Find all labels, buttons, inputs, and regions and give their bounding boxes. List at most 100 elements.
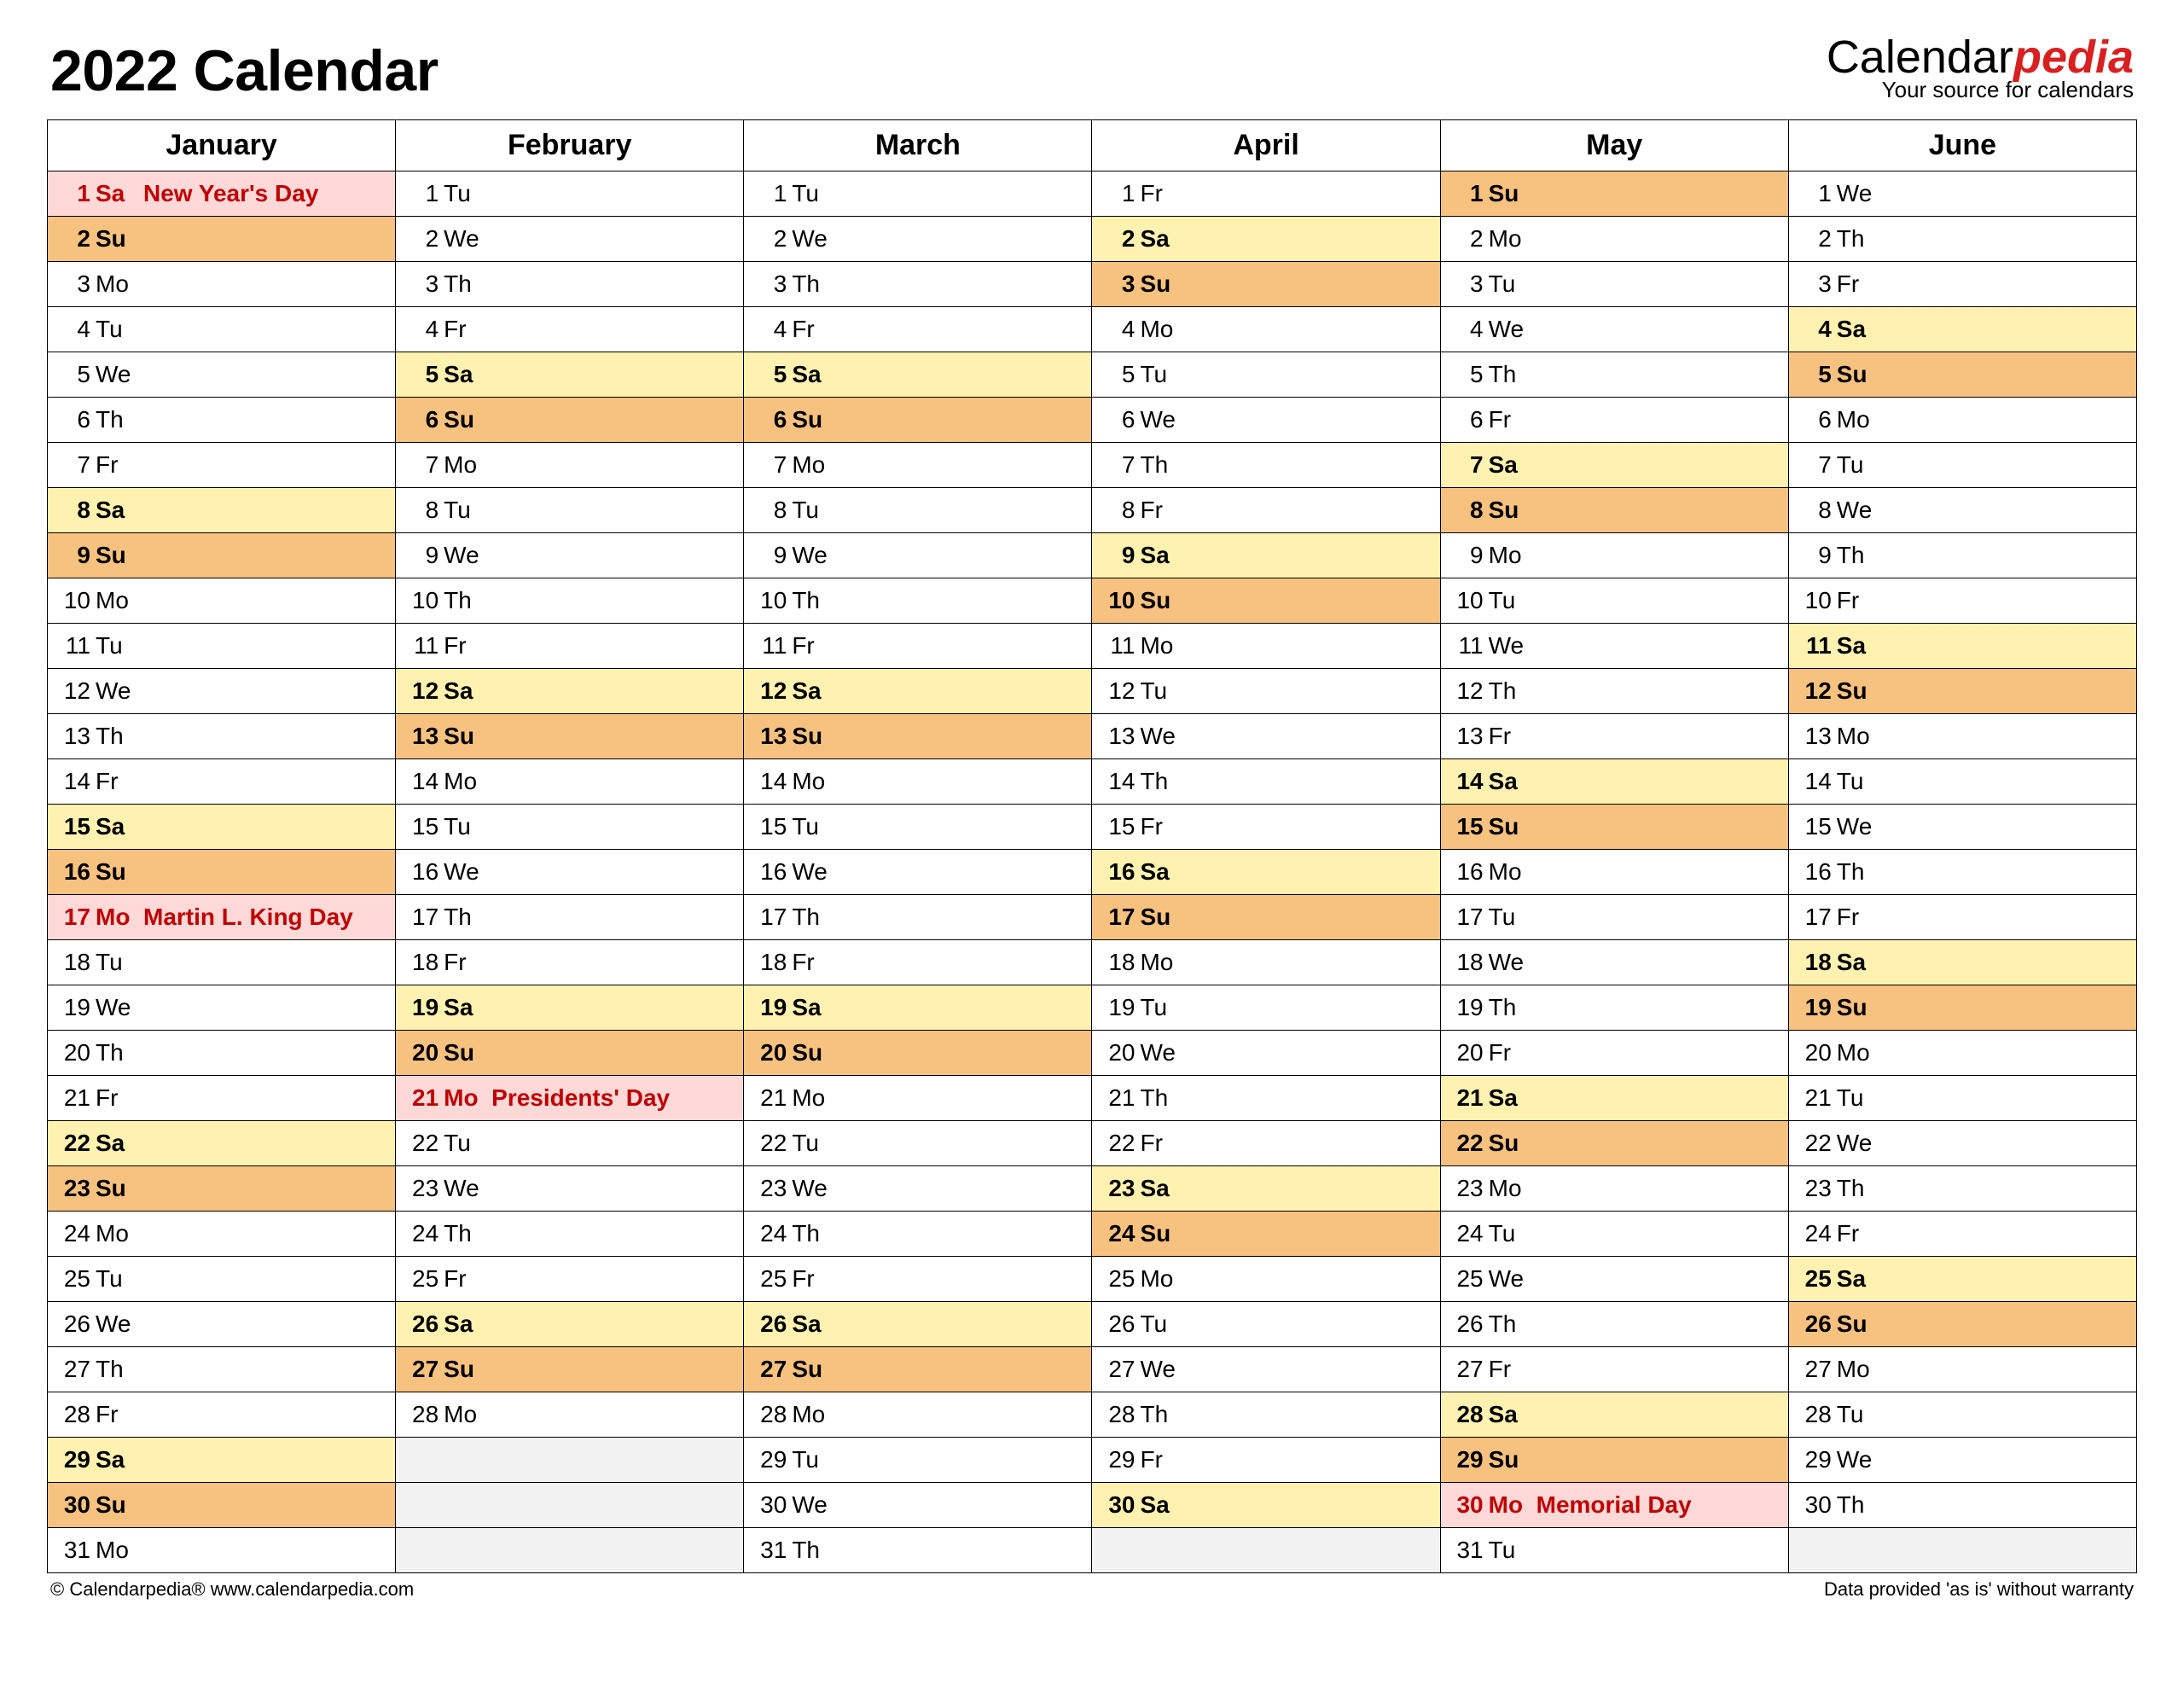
day-of-week: Su <box>1837 677 1879 705</box>
day-number: 5 <box>56 361 96 388</box>
day-of-week: Tu <box>792 497 834 524</box>
day-number: 7 <box>56 451 96 479</box>
day-of-week: Mo <box>96 1220 138 1247</box>
day-of-week: Sa <box>96 1130 138 1157</box>
day-number: 2 <box>56 225 96 253</box>
day-of-week: Fr <box>96 768 138 795</box>
day-cell: 14Th <box>1092 759 1440 805</box>
day-cell: 21Fr <box>48 1076 396 1121</box>
day-number: 18 <box>1449 949 1489 976</box>
day-cell: 3Fr <box>1788 262 2136 307</box>
day-cell: 7Th <box>1092 443 1440 488</box>
day-of-week: Su <box>1837 994 1879 1021</box>
day-of-week: Th <box>1837 858 1879 886</box>
day-cell: 3Th <box>396 262 744 307</box>
day-cell: 1SaNew Year's Day <box>48 171 396 217</box>
day-number: 24 <box>1798 1220 1837 1247</box>
day-number: 26 <box>752 1311 792 1338</box>
day-number: 25 <box>56 1265 96 1293</box>
day-of-week: Sa <box>1837 632 1879 660</box>
day-cell: 14Sa <box>1440 759 1788 805</box>
day-cell: 19Sa <box>396 985 744 1031</box>
day-number: 12 <box>404 677 444 705</box>
day-cell: 8Sa <box>48 488 396 533</box>
day-number: 14 <box>1101 768 1140 795</box>
day-cell: 15Su <box>1440 805 1788 850</box>
day-number: 9 <box>56 542 96 569</box>
day-cell: 16We <box>744 850 1092 895</box>
day-number: 3 <box>56 270 96 298</box>
footer-copyright: © Calendarpedia® www.calendarpedia.com <box>50 1578 414 1601</box>
day-number: 17 <box>1101 904 1140 931</box>
calendar-row: 3Mo3Th3Th3Su3Tu3Fr <box>48 262 2137 307</box>
day-number: 15 <box>1449 813 1489 840</box>
day-cell: 6Su <box>744 398 1092 443</box>
day-number: 23 <box>752 1175 792 1202</box>
day-of-week: Mo <box>444 1084 486 1112</box>
day-number: 29 <box>56 1446 96 1473</box>
day-cell: 16We <box>396 850 744 895</box>
day-cell: 29Fr <box>1092 1438 1440 1483</box>
day-cell: 31Mo <box>48 1528 396 1573</box>
calendar-row: 7Fr7Mo7Mo7Th7Sa7Tu <box>48 443 2137 488</box>
day-cell: 28Mo <box>744 1392 1092 1438</box>
day-of-week: Sa <box>96 180 138 207</box>
day-number: 6 <box>404 406 444 433</box>
calendar-row: 12We12Sa12Sa12Tu12Th12Su <box>48 669 2137 714</box>
day-cell: 21Sa <box>1440 1076 1788 1121</box>
day-of-week: Tu <box>444 813 486 840</box>
day-of-week: Sa <box>444 677 486 705</box>
day-number: 25 <box>752 1265 792 1293</box>
day-cell: 11Fr <box>744 624 1092 669</box>
day-cell: 19Sa <box>744 985 1092 1031</box>
day-number: 31 <box>1449 1537 1489 1564</box>
day-number: 19 <box>56 994 96 1021</box>
day-cell: 25Fr <box>744 1257 1092 1302</box>
day-of-week: Th <box>96 1356 138 1383</box>
day-of-week: Su <box>96 858 138 886</box>
day-of-week: Fr <box>444 949 486 976</box>
day-cell: 11Mo <box>1092 624 1440 669</box>
day-number: 19 <box>1101 994 1140 1021</box>
day-cell: 12Th <box>1440 669 1788 714</box>
day-of-week: Tu <box>1837 451 1879 479</box>
day-number: 17 <box>1798 904 1837 931</box>
day-cell: 1Tu <box>744 171 1092 217</box>
day-number: 17 <box>404 904 444 931</box>
day-cell: 23We <box>744 1166 1092 1212</box>
day-of-week: Fr <box>792 949 834 976</box>
day-of-week: Fr <box>1140 180 1182 207</box>
day-of-week: Th <box>1837 225 1879 253</box>
day-cell: 6We <box>1092 398 1440 443</box>
day-cell: 24Mo <box>48 1212 396 1257</box>
day-number: 10 <box>1798 587 1837 614</box>
day-number: 28 <box>56 1401 96 1428</box>
day-number: 4 <box>56 316 96 343</box>
day-number: 19 <box>752 994 792 1021</box>
day-number: 11 <box>404 632 444 660</box>
day-number: 8 <box>1449 497 1489 524</box>
day-of-week: Tu <box>1140 1311 1182 1338</box>
calendar-row: 28Fr28Mo28Mo28Th28Sa28Tu <box>48 1392 2137 1438</box>
day-number: 10 <box>404 587 444 614</box>
calendar-row: 11Tu11Fr11Fr11Mo11We11Sa <box>48 624 2137 669</box>
day-number: 24 <box>1449 1220 1489 1247</box>
day-cell: 21Tu <box>1788 1076 2136 1121</box>
day-cell: 22Sa <box>48 1121 396 1166</box>
day-of-week: Tu <box>444 180 486 207</box>
calendar-table: JanuaryFebruaryMarchAprilMayJune 1SaNew … <box>47 119 2137 1573</box>
day-cell: 9Th <box>1788 533 2136 578</box>
day-of-week: Sa <box>1140 225 1182 253</box>
month-header-row: JanuaryFebruaryMarchAprilMayJune <box>48 120 2137 171</box>
day-number: 22 <box>1449 1130 1489 1157</box>
day-cell: 2Th <box>1788 217 2136 262</box>
day-of-week: Mo <box>1837 406 1879 433</box>
calendar-row: 30Su30We30Sa30MoMemorial Day30Th <box>48 1483 2137 1528</box>
day-of-week: Sa <box>1489 768 1531 795</box>
day-cell: 8We <box>1788 488 2136 533</box>
calendar-row: 13Th13Su13Su13We13Fr13Mo <box>48 714 2137 759</box>
day-cell: 1Su <box>1440 171 1788 217</box>
day-cell: 20Fr <box>1440 1031 1788 1076</box>
day-cell: 21Mo <box>744 1076 1092 1121</box>
day-of-week: Fr <box>1489 723 1531 750</box>
